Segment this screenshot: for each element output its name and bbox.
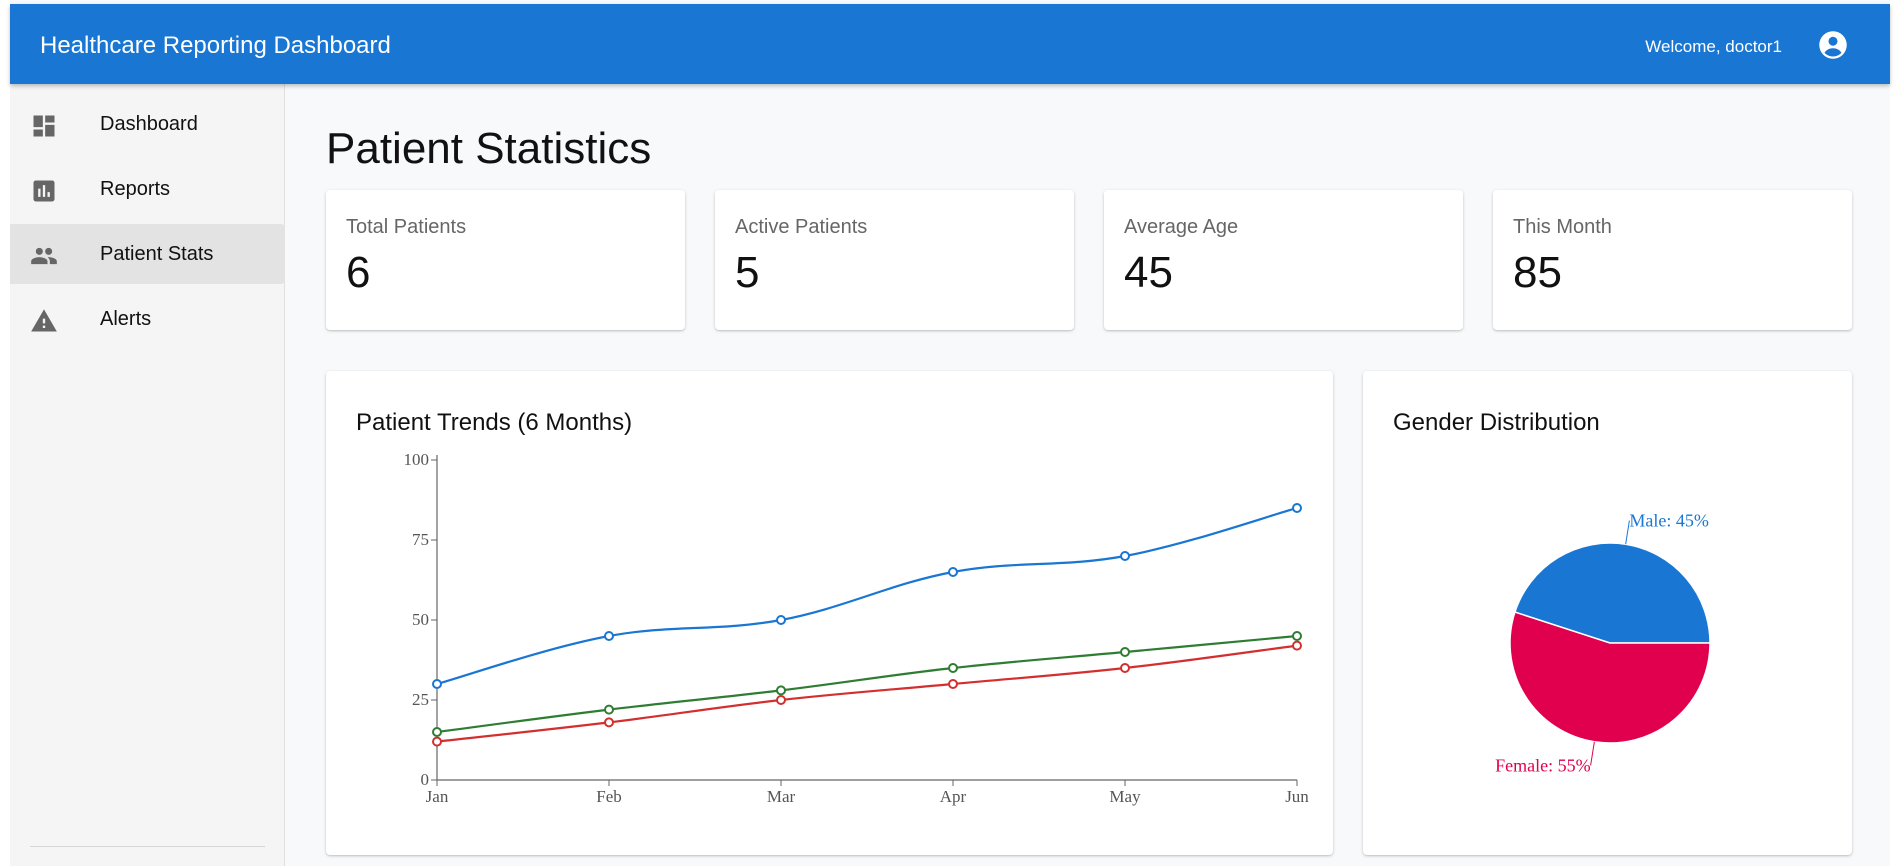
- data-point: [948, 663, 958, 673]
- data-point: [776, 685, 786, 696]
- stat-card-total-patients: Total Patients 6: [326, 190, 685, 330]
- data-point: [948, 679, 958, 689]
- stat-value: 6: [346, 248, 371, 297]
- data-point: [1292, 640, 1302, 651]
- account-button[interactable]: [1818, 30, 1848, 60]
- welcome-text: Welcome, doctor1: [1645, 37, 1782, 56]
- gender-distribution-card: Gender Distribution Male: 45% Female: 55%: [1363, 371, 1852, 855]
- stat-card-this-month: This Month 85: [1493, 190, 1852, 330]
- main-content: Patient Statistics Total Patients 6 Acti…: [286, 84, 1890, 866]
- sidebar: Dashboard Reports Patient Stats Alerts: [10, 84, 285, 866]
- stat-card-average-age: Average Age 45: [1104, 190, 1463, 330]
- stat-label: Active Patients: [735, 216, 868, 238]
- data-point: [1120, 551, 1130, 561]
- y-tick-label: 50: [412, 610, 429, 629]
- data-point: [604, 704, 614, 715]
- sidebar-item-label: Alerts: [100, 307, 152, 330]
- data-point: [432, 727, 442, 737]
- dashboard-icon: [33, 115, 55, 137]
- stat-card-active-patients: Active Patients 5: [715, 190, 1074, 330]
- x-tick-label: Apr: [940, 787, 967, 806]
- data-point: [604, 631, 614, 641]
- data-point: [604, 717, 614, 728]
- stat-label: Average Age: [1124, 216, 1239, 238]
- pie-slice-label: Male: 45%: [1629, 511, 1708, 531]
- data-point: [432, 679, 442, 689]
- patient-trends-chart: 0255075100Jan Feb Mar Apr May Jun: [404, 450, 1310, 806]
- stat-label: Total Patients: [346, 216, 467, 238]
- y-tick-label: 75: [412, 530, 429, 549]
- gender-distribution-chart: Male: 45% Female: 55%: [1495, 511, 1711, 775]
- sidebar-item-label: Reports: [100, 177, 171, 200]
- account-circle-icon: [1819, 31, 1847, 59]
- sidebar-item-alerts[interactable]: Alerts: [10, 289, 285, 349]
- data-point: [1292, 631, 1302, 641]
- app-title: Healthcare Reporting Dashboard: [40, 32, 391, 59]
- x-tick-label: May: [1109, 787, 1141, 806]
- patient-trends-card: Patient Trends (6 Months) 0 25 50 75 100 Jan F…: [326, 371, 1333, 855]
- data-point: [948, 567, 958, 577]
- stat-value: 85: [1513, 248, 1562, 297]
- y-tick-label: 100: [404, 450, 430, 469]
- x-tick-label: Jun: [1285, 787, 1309, 806]
- sidebar-divider: [30, 846, 265, 847]
- sidebar-item-patient-stats[interactable]: Patient Stats: [10, 224, 285, 284]
- stat-label: This Month: [1513, 216, 1612, 238]
- people-icon: [31, 247, 57, 265]
- x-tick-label: Feb: [596, 787, 622, 806]
- data-point: [1120, 647, 1130, 657]
- pie-slice-label: Female: 55%: [1495, 755, 1590, 775]
- app-bar: Healthcare Reporting Dashboard Welcome, …: [10, 4, 1890, 84]
- sidebar-item-reports[interactable]: Reports: [10, 159, 285, 219]
- series-line: [436, 506, 1298, 686]
- stat-value: 5: [735, 248, 760, 297]
- x-tick-label: Jan: [426, 787, 449, 806]
- sidebar-item-label: Dashboard: [100, 112, 198, 135]
- page-title: Patient Statistics: [326, 124, 652, 173]
- stat-value: 45: [1124, 248, 1173, 297]
- data-point: [776, 615, 786, 625]
- data-point: [432, 736, 442, 747]
- series-line: [436, 644, 1298, 743]
- x-tick-label: Mar: [767, 787, 796, 806]
- y-tick-label: 25: [412, 690, 429, 709]
- series-line: [436, 634, 1298, 734]
- warning-icon: [31, 309, 57, 332]
- data-point: [1120, 663, 1130, 673]
- sidebar-item-label: Patient Stats: [100, 242, 214, 265]
- data-point: [776, 695, 786, 705]
- data-point: [1292, 503, 1302, 513]
- bar-chart-icon: [33, 180, 55, 202]
- sidebar-item-dashboard[interactable]: Dashboard: [10, 94, 285, 154]
- pie-label-leader: [1590, 741, 1595, 766]
